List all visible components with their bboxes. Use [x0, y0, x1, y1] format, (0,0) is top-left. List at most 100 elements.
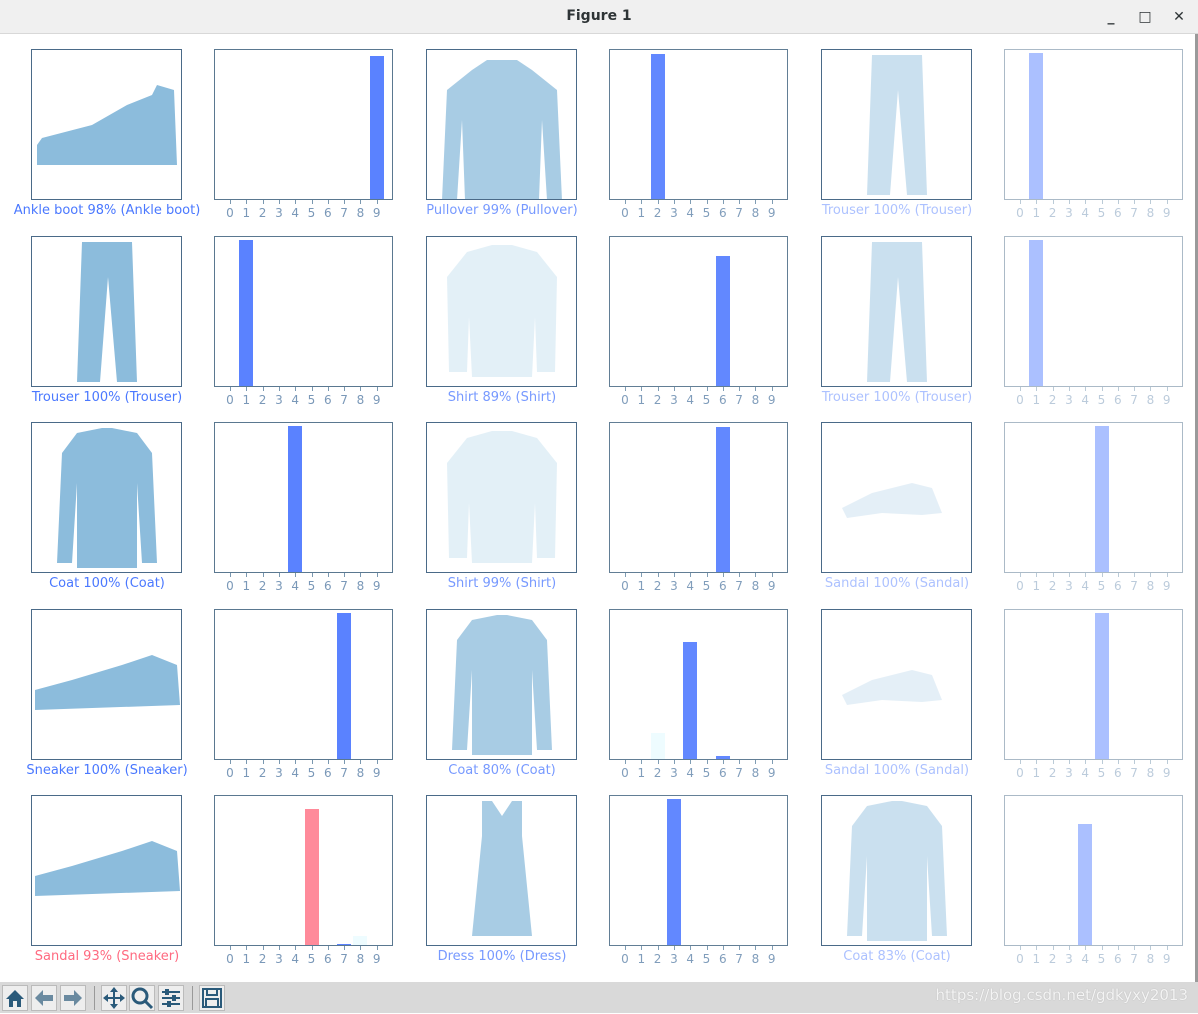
x-tick: [641, 387, 643, 391]
save-icon: [202, 988, 222, 1008]
pan-button[interactable]: [101, 985, 127, 1011]
clothing-image-sneaker: [31, 609, 182, 760]
x-tick-label: 9: [767, 579, 776, 593]
x-tick-label: 7: [735, 952, 743, 966]
x-tick: [1036, 946, 1038, 950]
x-tick-label: 2: [653, 766, 662, 780]
x-tick-label: 9: [372, 579, 381, 593]
x-tick-label: 4: [1081, 206, 1089, 220]
x-tick: [311, 573, 313, 577]
prediction-label: Ankle boot 98% (Ankle boot): [13, 203, 201, 218]
probability-bar-chart: 0123456789: [214, 49, 393, 220]
x-tick-label: 4: [686, 766, 694, 780]
close-button[interactable]: ✕: [1168, 6, 1190, 28]
x-tick-label: 7: [340, 766, 348, 780]
x-tick: [755, 946, 757, 950]
bar-class-4: [683, 642, 698, 759]
x-tick: [360, 760, 362, 764]
x-tick-label: 3: [670, 579, 678, 593]
x-tick-label: 1: [637, 393, 646, 407]
x-tick-label: 3: [275, 393, 283, 407]
window-title: Figure 1: [566, 8, 632, 24]
clothing-image-trouser: [821, 236, 972, 387]
prediction-label: Trouser 100% (Trouser): [31, 390, 183, 405]
back-button[interactable]: [31, 985, 57, 1011]
x-tick-label: 3: [1065, 206, 1073, 220]
bar-class-6: [715, 756, 730, 759]
configure-subplots-button[interactable]: [158, 985, 184, 1011]
x-tick-label: 6: [718, 393, 727, 407]
x-tick: [1085, 573, 1087, 577]
x-tick-label: 4: [291, 393, 299, 407]
x-tick: [1068, 760, 1070, 764]
x-tick-label: 8: [356, 952, 365, 966]
x-tick-label: 5: [1097, 393, 1106, 407]
x-tick-label: 4: [686, 952, 694, 966]
x-tick-label: 4: [291, 206, 299, 220]
save-button[interactable]: [199, 985, 225, 1011]
x-tick-label: 9: [372, 206, 381, 220]
clothing-image-shirt: [426, 236, 577, 387]
x-tick-label: 7: [735, 579, 743, 593]
x-tick: [1166, 387, 1168, 391]
x-tick-label: 8: [356, 206, 365, 220]
prediction-label: Sneaker 100% (Sneaker): [26, 763, 188, 778]
x-tick: [262, 200, 264, 204]
prediction-label: Coat 80% (Coat): [448, 763, 556, 778]
x-tick: [1020, 573, 1021, 577]
x-tick-label: 1: [242, 952, 251, 966]
x-tick: [376, 387, 378, 391]
x-tick-label: 9: [767, 766, 776, 780]
clothing-image-trouser: [31, 236, 182, 387]
x-tick-label: 7: [1130, 579, 1138, 593]
x-tick-label: 6: [1113, 952, 1122, 966]
home-button[interactable]: [2, 985, 28, 1011]
x-tick: [295, 200, 297, 204]
x-tick: [360, 573, 362, 577]
x-tick: [657, 573, 659, 577]
probability-bar-chart: 0123456789: [609, 49, 788, 220]
bar-class-2: [650, 54, 665, 199]
x-tick-label: 3: [1065, 579, 1073, 593]
bar-class-7: [337, 613, 352, 759]
x-tick: [722, 760, 724, 764]
probability-bar-chart: 0123456789: [1004, 422, 1183, 593]
x-tick: [1052, 573, 1054, 577]
minimize-button[interactable]: _: [1100, 6, 1122, 28]
x-tick: [1101, 387, 1103, 391]
x-tick-label: 9: [767, 206, 776, 220]
probability-bar-chart: 0123456789: [214, 795, 393, 966]
zoom-button[interactable]: [129, 985, 155, 1011]
x-tick: [657, 946, 659, 950]
clothing-image-sandal: [821, 609, 972, 760]
x-tick: [1036, 200, 1038, 204]
x-tick: [771, 573, 773, 577]
prediction-label: Pullover 99% (Pullover): [426, 203, 578, 218]
x-tick-label: 2: [1048, 393, 1057, 407]
x-tick-label: 5: [702, 766, 711, 780]
x-tick: [327, 946, 329, 950]
prediction-label: Coat 100% (Coat): [49, 576, 165, 591]
x-tick-label: 2: [1048, 766, 1057, 780]
bar-class-8: [353, 936, 368, 945]
x-tick: [246, 760, 248, 764]
bar-class-5: [304, 809, 319, 945]
x-tick: [278, 573, 280, 577]
forward-button[interactable]: [60, 985, 86, 1011]
x-tick: [1036, 387, 1038, 391]
x-tick: [376, 200, 378, 204]
x-tick: [376, 760, 378, 764]
bar-class-2: [650, 732, 665, 759]
x-tick: [755, 387, 757, 391]
x-tick: [771, 387, 773, 391]
x-tick: [1052, 387, 1054, 391]
x-tick-label: 7: [1130, 206, 1138, 220]
x-tick: [295, 573, 297, 577]
x-tick-label: 6: [718, 952, 727, 966]
x-tick-label: 0: [1016, 393, 1024, 407]
x-tick: [673, 760, 675, 764]
maximize-button[interactable]: □: [1134, 6, 1156, 28]
x-tick-label: 8: [751, 206, 760, 220]
x-tick: [755, 200, 757, 204]
x-tick: [641, 760, 643, 764]
